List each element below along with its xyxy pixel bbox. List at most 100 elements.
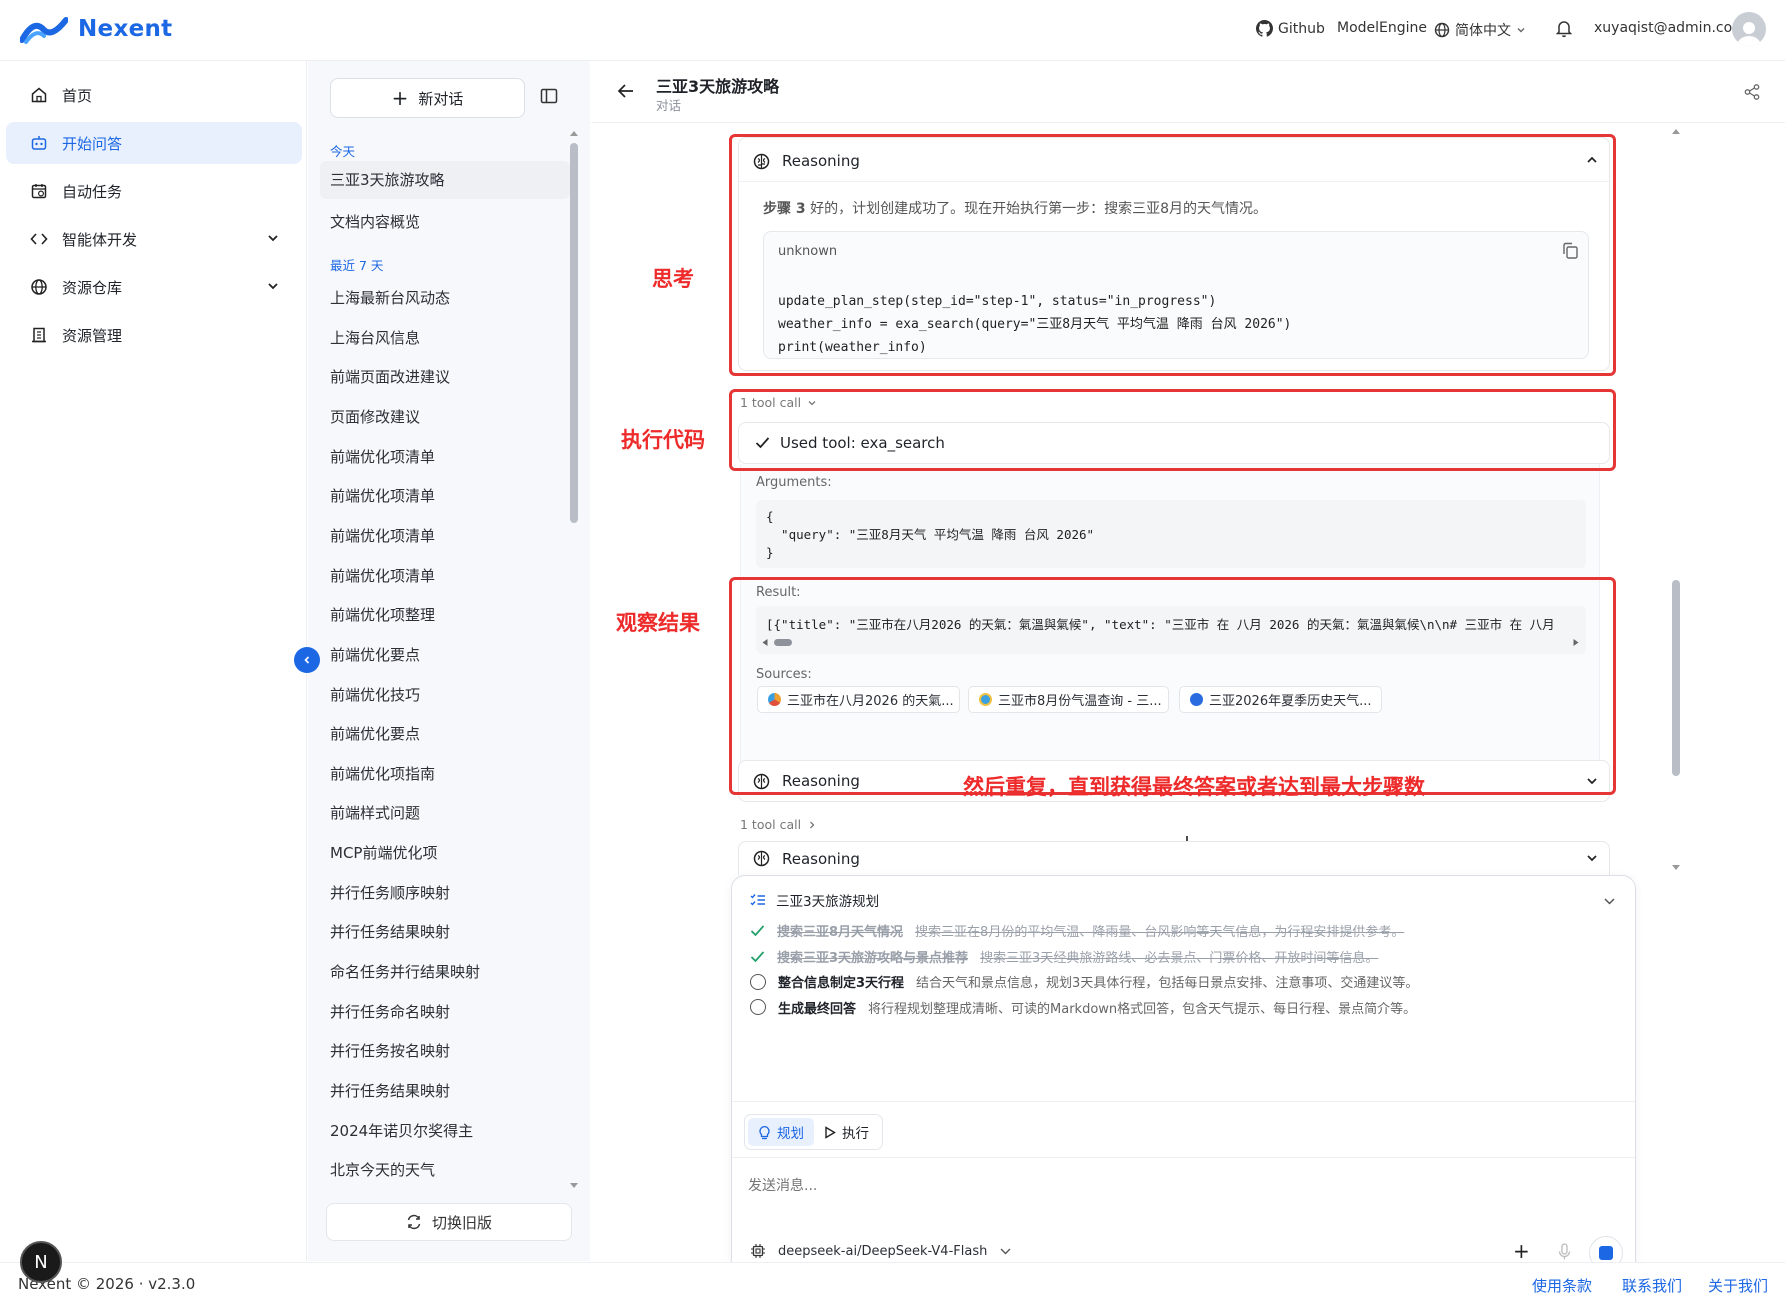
user-avatar[interactable] bbox=[1732, 12, 1766, 46]
divider bbox=[732, 1101, 1635, 1102]
next-dev-indicator[interactable]: N bbox=[20, 1241, 62, 1283]
conversation-item[interactable]: 前端优化项清单 bbox=[330, 525, 435, 546]
back-arrow-icon[interactable] bbox=[617, 83, 635, 99]
microphone-icon[interactable] bbox=[1558, 1243, 1571, 1261]
notification-button[interactable] bbox=[1555, 19, 1573, 38]
conversation-item[interactable]: 前端优化项指南 bbox=[330, 763, 435, 784]
language-label: 简体中文 bbox=[1455, 23, 1511, 39]
sidebar-item-resource-repo[interactable]: 资源仓库 bbox=[6, 266, 302, 308]
check-icon bbox=[750, 925, 765, 937]
arguments-line: "query": "三亚8月天气 平均气温 降雨 台风 2026" bbox=[766, 527, 1095, 542]
conversation-item[interactable]: 并行任务按名映射 bbox=[330, 1040, 450, 1061]
contact-link[interactable]: 联系我们 bbox=[1622, 1275, 1682, 1296]
group-today: 今天 bbox=[330, 144, 356, 159]
divider bbox=[732, 1157, 1635, 1158]
pending-circle-icon bbox=[750, 973, 766, 990]
sidebar-item-label: 开始问答 bbox=[62, 134, 123, 153]
model-engine-label: ModelEngine bbox=[1337, 20, 1428, 36]
model-name: deepseek-ai/DeepSeek-V4-Flash bbox=[778, 1243, 988, 1259]
conversation-item[interactable]: 前端优化技巧 bbox=[330, 684, 420, 705]
scroll-down-icon[interactable] bbox=[569, 1182, 579, 1190]
plan-step: 搜索三亚3天旅游攻略与景点推荐 搜索三亚3天经典旅游路线、必去景点、门票价格、开放… bbox=[750, 947, 1378, 966]
terms-link[interactable]: 使用条款 bbox=[1532, 1275, 1592, 1296]
model-engine-link[interactable]: ModelEngine bbox=[1337, 20, 1427, 36]
conversation-item[interactable]: 前端优化要点 bbox=[330, 644, 420, 665]
github-label: Github bbox=[1278, 20, 1325, 37]
switch-old-label: 切换旧版 bbox=[431, 1213, 492, 1232]
mode-plan-button[interactable]: 规划 bbox=[748, 1118, 814, 1146]
conversation-item[interactable]: 前端样式问题 bbox=[330, 802, 420, 823]
plan-header[interactable]: 三亚3天旅游规划 bbox=[750, 890, 879, 910]
plan-step-title: 整合信息制定3天行程 bbox=[778, 976, 905, 991]
plan-step-title: 搜索三亚8月天气情况 bbox=[777, 925, 904, 940]
home-icon bbox=[31, 87, 47, 103]
conversation-item[interactable]: 2024年诺贝尔奖得主 bbox=[330, 1120, 473, 1141]
conversation-item[interactable]: 文档内容概览 bbox=[330, 211, 420, 232]
conversation-item[interactable]: 并行任务结果映射 bbox=[330, 1080, 450, 1101]
collapse-sidebar-button[interactable] bbox=[294, 647, 320, 673]
conversation-item[interactable]: 上海最新台风动态 bbox=[330, 287, 450, 308]
plan-step-description: 搜索三亚3天经典旅游路线、必去景点、门票价格、开放时间等信息。 bbox=[980, 950, 1379, 966]
annotation-observe: 观察结果 bbox=[616, 611, 700, 635]
group-recent: 最近 7 天 bbox=[330, 258, 384, 273]
conversation-item[interactable]: 并行任务命名映射 bbox=[330, 1001, 450, 1022]
sidebar-item-agent-dev[interactable]: 智能体开发 bbox=[6, 218, 302, 260]
chevron-down-icon bbox=[1517, 28, 1525, 33]
conversation-item[interactable]: 前端优化项整理 bbox=[330, 604, 435, 625]
conversation-scrollbar[interactable] bbox=[570, 143, 578, 523]
conversation-item[interactable]: 前端优化要点 bbox=[330, 723, 420, 744]
sidebar-item-auto-task[interactable]: 自动任务 bbox=[6, 170, 302, 212]
reasoning-card-partial[interactable]: Reasoning bbox=[738, 841, 1610, 875]
reasoning-label: Reasoning bbox=[782, 850, 860, 868]
conversation-item[interactable]: 并行任务结果映射 bbox=[330, 921, 450, 942]
tool-call-toggle[interactable]: 1 tool call bbox=[740, 817, 817, 832]
n-letter-icon: N bbox=[34, 1251, 48, 1273]
attach-button[interactable]: + bbox=[1513, 1239, 1530, 1263]
conversation-item[interactable]: 北京今天的天气 bbox=[330, 1159, 435, 1180]
annotation-box-exec bbox=[729, 389, 1616, 471]
refresh-icon bbox=[407, 1214, 421, 1230]
new-chat-button[interactable]: + 新对话 bbox=[330, 78, 525, 118]
sidebar-item-label: 资源仓库 bbox=[62, 278, 123, 297]
chat-scrollbar[interactable] bbox=[1672, 580, 1680, 776]
chevron-down-icon[interactable] bbox=[1603, 896, 1616, 906]
about-link[interactable]: 关于我们 bbox=[1708, 1275, 1768, 1296]
plus-icon: + bbox=[1513, 1239, 1530, 1263]
arguments-block: { "query": "三亚8月天气 平均气温 降雨 台风 2026"} bbox=[756, 500, 1586, 568]
top-header: Nexent Github ModelEngine 简体中文 xuyaqist@… bbox=[0, 0, 1785, 61]
conversation-item[interactable]: 三亚3天旅游攻略 bbox=[320, 161, 570, 199]
model-select[interactable]: deepseek-ai/DeepSeek-V4-Flash bbox=[750, 1243, 1012, 1259]
scroll-down-icon[interactable] bbox=[1671, 864, 1681, 872]
conversation-item[interactable]: 前端优化项清单 bbox=[330, 446, 435, 467]
chevron-down-icon bbox=[1000, 1248, 1011, 1255]
sidebar-item-start-qa[interactable]: 开始问答 bbox=[6, 122, 302, 164]
conversation-item[interactable]: 命名任务并行结果映射 bbox=[330, 961, 480, 982]
conversation-item[interactable]: 前端优化项清单 bbox=[330, 565, 435, 586]
collapse-panel-button[interactable] bbox=[540, 88, 558, 108]
plan-step: 整合信息制定3天行程 结合天气和景点信息，规划3天具体行程，包括每日景点安排、注意… bbox=[750, 972, 1418, 991]
conversation-item[interactable]: MCP前端优化项 bbox=[330, 842, 437, 863]
check-icon bbox=[750, 950, 765, 962]
conversation-item[interactable]: 并行任务顺序映射 bbox=[330, 882, 450, 903]
github-link[interactable]: Github bbox=[1256, 20, 1325, 37]
mode-exec-button[interactable]: 执行 bbox=[814, 1118, 879, 1146]
message-input[interactable] bbox=[748, 1169, 1608, 1203]
user-email-label: xuyaqist@admin.com bbox=[1594, 20, 1746, 36]
scroll-up-icon[interactable] bbox=[569, 129, 579, 137]
conversation-item[interactable]: 前端页面改进建议 bbox=[330, 366, 450, 387]
conversation-item[interactable]: 页面修改建议 bbox=[330, 406, 420, 427]
conversation-item[interactable]: 上海台风信息 bbox=[330, 327, 420, 348]
sidebar-item-home[interactable]: 首页 bbox=[6, 74, 302, 116]
share-icon[interactable] bbox=[1743, 83, 1761, 101]
brand-logo[interactable]: Nexent bbox=[20, 14, 172, 44]
sidebar-item-resource-mgmt[interactable]: 资源管理 bbox=[6, 314, 302, 356]
plan-step-title: 生成最终回答 bbox=[778, 1001, 857, 1017]
switch-old-version-button[interactable]: 切换旧版 bbox=[326, 1203, 572, 1241]
plan-step-description: 结合天气和景点信息，规划3天具体行程，包括每日景点安排、注意事项、交通建议等。 bbox=[916, 976, 1419, 991]
arguments-label: Arguments: bbox=[756, 475, 832, 490]
conversation-item[interactable]: 前端优化项清单 bbox=[330, 485, 435, 506]
scroll-up-icon[interactable] bbox=[1671, 127, 1681, 135]
arguments-line: { bbox=[766, 509, 774, 524]
user-email[interactable]: xuyaqist@admin.com bbox=[1594, 20, 1746, 36]
language-select[interactable]: 简体中文 bbox=[1434, 20, 1526, 40]
